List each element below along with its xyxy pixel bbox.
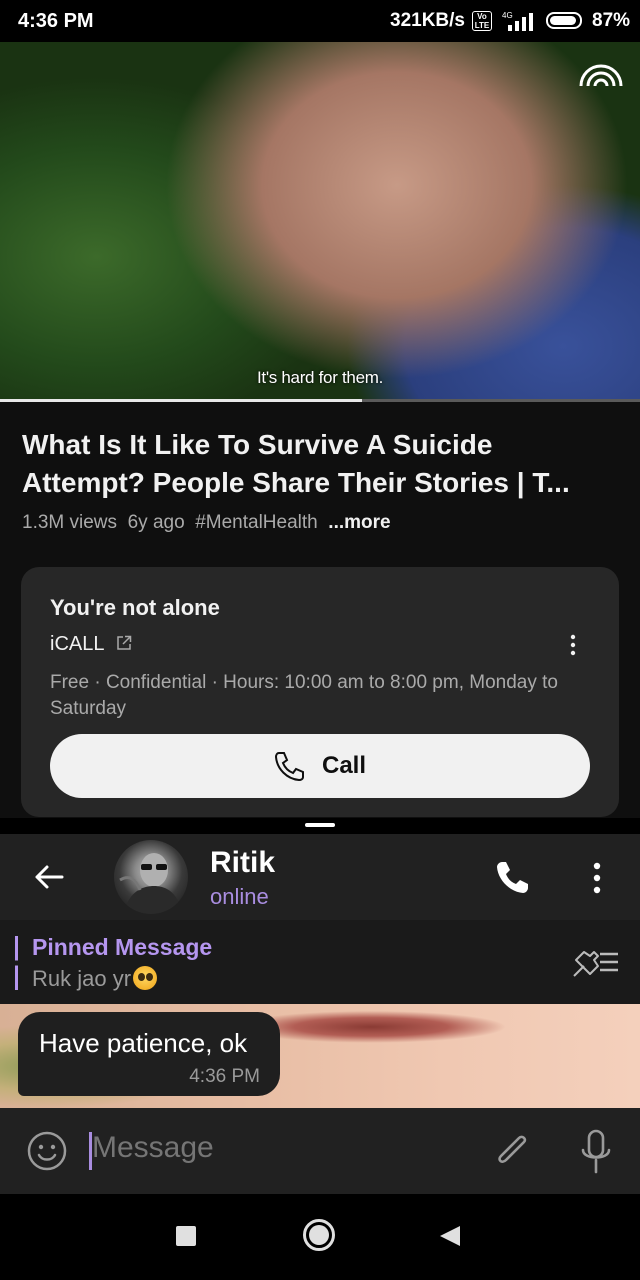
status-time: 4:36 PM xyxy=(18,10,94,32)
avatar-image xyxy=(119,853,182,914)
message-bubble[interactable]: Have patience, ok 4:36 PM xyxy=(18,1012,280,1096)
nav-back-icon[interactable] xyxy=(438,1224,462,1248)
card-org-link[interactable]: iCALL xyxy=(50,633,104,656)
video-age: 6y ago xyxy=(127,512,185,533)
unpin-icon[interactable] xyxy=(572,946,620,978)
more-vert-icon[interactable] xyxy=(565,633,581,657)
phone-icon[interactable] xyxy=(494,860,530,896)
smile-icon[interactable] xyxy=(26,1130,68,1172)
attach-icon[interactable] xyxy=(492,1130,532,1174)
contact-status: online xyxy=(210,884,269,909)
volte-icon: Vo LTE xyxy=(472,11,492,31)
avatar[interactable] xyxy=(114,840,188,914)
battery-percent: 87% xyxy=(592,10,631,31)
message-composer xyxy=(0,1108,640,1194)
cast-icon[interactable] xyxy=(578,62,624,88)
video-info-panel: What Is It Like To Survive A Suicide Att… xyxy=(0,402,640,822)
status-bar: 4:36 PM 321KB/s Vo LTE 4G 87% xyxy=(0,0,640,42)
video-hashtag[interactable]: #MentalHealth xyxy=(195,512,318,533)
video-views: 1.3M views xyxy=(22,512,118,533)
message-input[interactable] xyxy=(92,1131,472,1165)
divider-handle[interactable] xyxy=(305,823,335,827)
contact-name[interactable]: Ritik xyxy=(210,846,275,880)
pinned-indicator xyxy=(15,936,18,990)
network-speed: 321KB/s xyxy=(390,10,465,31)
pinned-preview: Ruk jao yr xyxy=(32,966,158,992)
more-vert-icon[interactable] xyxy=(586,860,608,896)
crisis-resource-card: You're not alone iCALL Free · Confidenti… xyxy=(21,567,619,817)
pinned-title: Pinned Message xyxy=(32,934,213,960)
video-title[interactable]: What Is It Like To Survive A Suicide Att… xyxy=(22,426,618,502)
signal-icon: 4G xyxy=(502,11,533,31)
chat-header: Ritik online xyxy=(0,834,640,920)
pleading-face-emoji xyxy=(133,966,158,990)
external-link-icon xyxy=(117,635,132,650)
video-caption: It's hard for them. xyxy=(256,368,384,387)
recents-icon[interactable] xyxy=(176,1226,196,1246)
signal-label: 4G xyxy=(502,11,513,20)
card-heading: You're not alone xyxy=(50,595,220,620)
call-button-label: Call xyxy=(322,752,367,779)
card-description: Free · Confidential · Hours: 10:00 am to… xyxy=(50,672,558,719)
pinned-message-bar[interactable]: Pinned Message Ruk jao yr xyxy=(0,920,640,1004)
split-screen-divider[interactable] xyxy=(0,818,640,834)
more-link[interactable]: ...more xyxy=(328,512,390,533)
back-arrow-icon[interactable] xyxy=(32,860,66,894)
message-time: 4:36 PM xyxy=(189,1066,260,1087)
video-player[interactable]: It's hard for them. xyxy=(0,42,640,400)
video-meta[interactable]: 1.3M views 6y ago #MentalHealth ...more xyxy=(22,512,391,534)
pinned-text: Ruk jao yr xyxy=(32,966,132,991)
system-nav-bar xyxy=(0,1194,640,1280)
message-text: Have patience, ok xyxy=(39,1028,248,1058)
chat-messages-area[interactable]: Have patience, ok 4:36 PM xyxy=(0,1004,640,1108)
battery-icon xyxy=(546,12,582,29)
phone-icon xyxy=(274,752,304,782)
call-button[interactable]: Call xyxy=(50,734,590,798)
mic-icon[interactable] xyxy=(578,1128,614,1176)
home-icon[interactable] xyxy=(302,1218,336,1252)
